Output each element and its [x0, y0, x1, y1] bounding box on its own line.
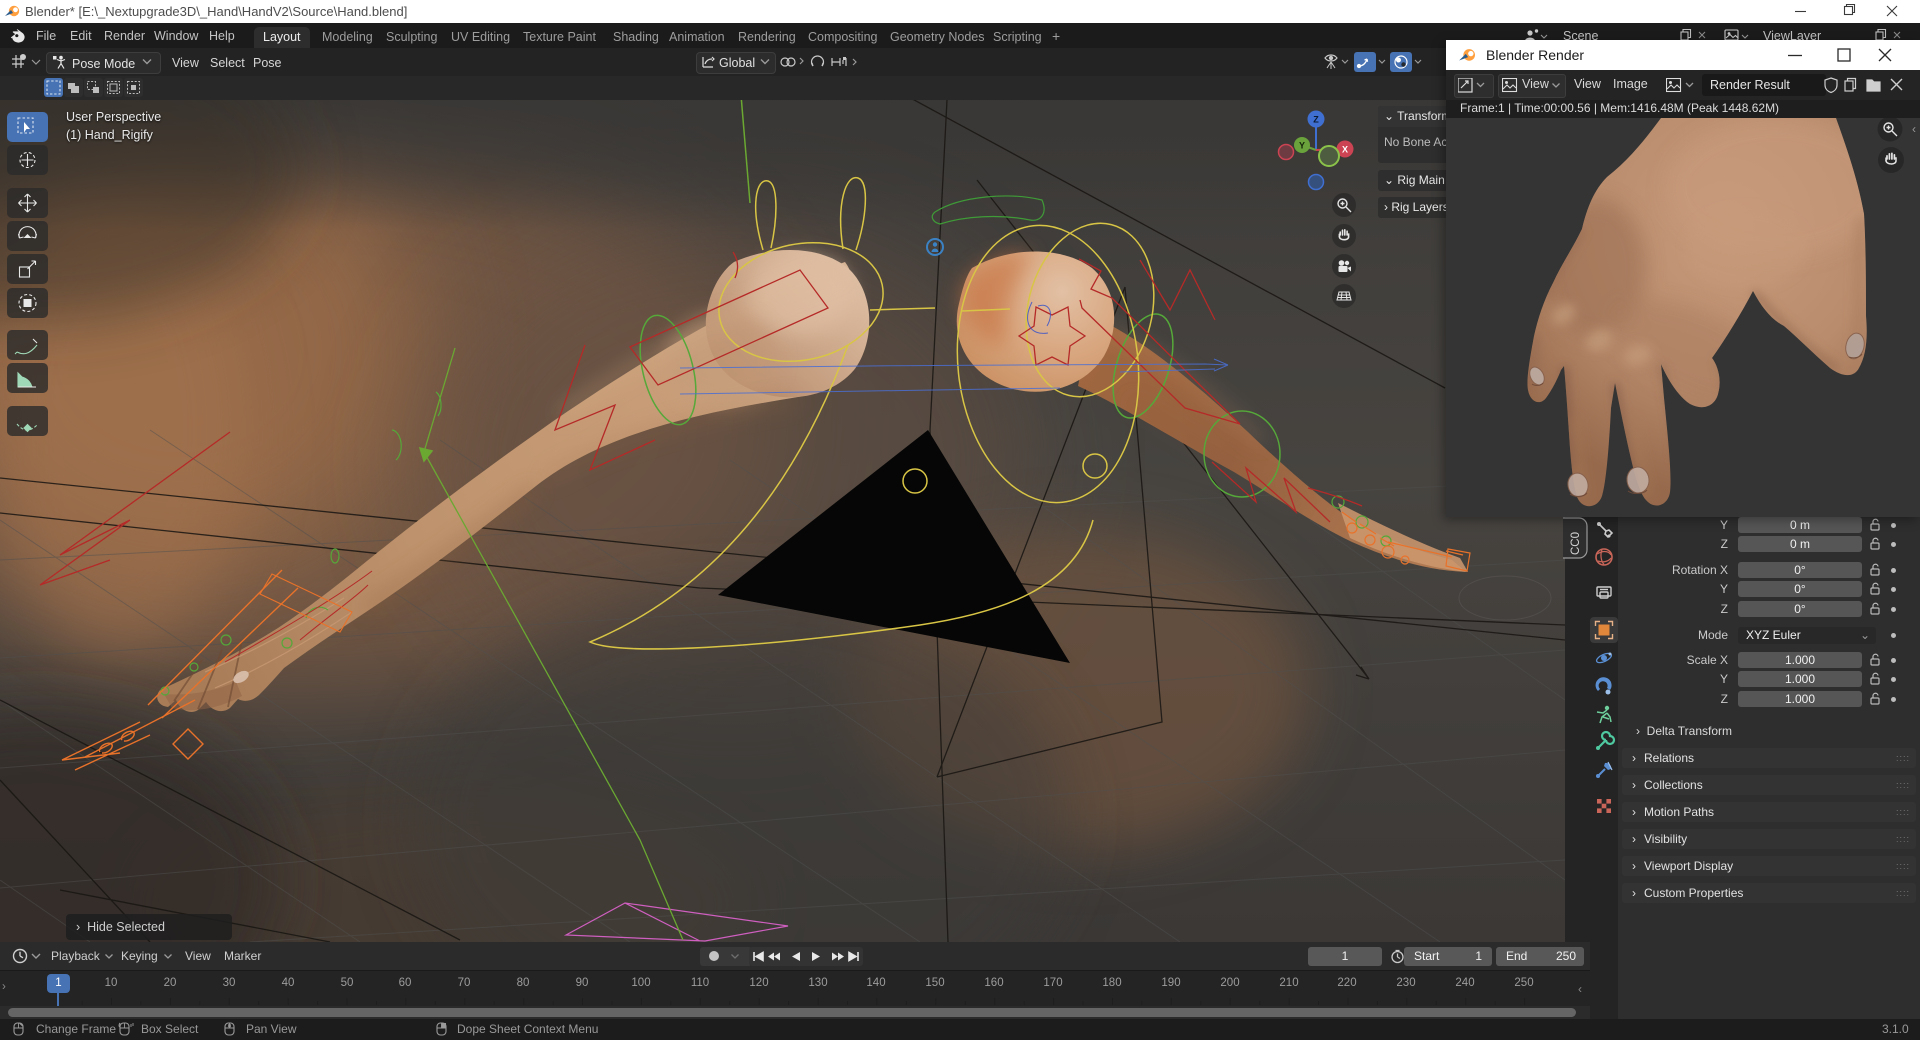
svg-text:Z: Z — [1313, 115, 1319, 125]
svg-text:‹: ‹ — [1912, 122, 1916, 136]
svg-text:X: X — [1342, 145, 1348, 155]
svg-text:CC0: CC0 — [1570, 532, 1582, 555]
svg-text:Y: Y — [1299, 141, 1305, 151]
